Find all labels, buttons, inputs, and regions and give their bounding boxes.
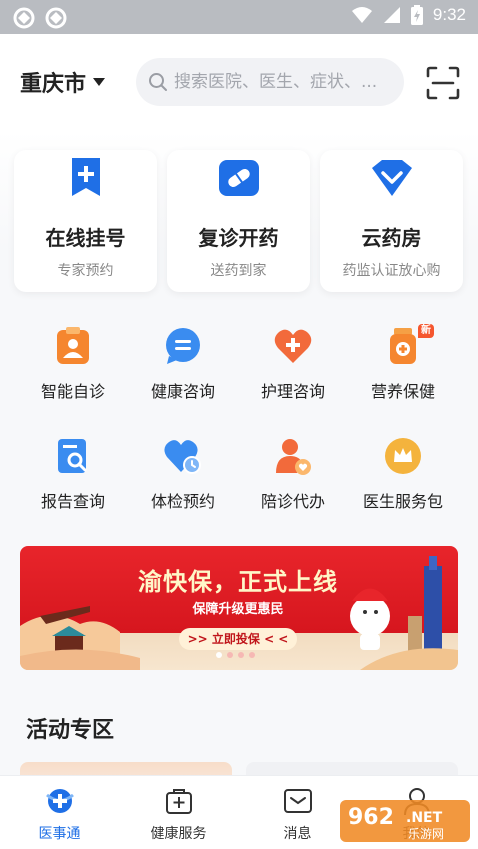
site-watermark-logo: 962 .NET 乐游网 <box>340 800 470 842</box>
banner-pagination <box>216 652 255 658</box>
app-notification-icon <box>45 7 67 29</box>
new-badge: 新 <box>418 324 434 338</box>
diamond-icon <box>371 160 412 196</box>
service-label: 陪诊代办 <box>260 492 325 511</box>
heart-clock-icon <box>164 440 201 474</box>
report-search-icon <box>58 439 87 473</box>
service-nursing-consult[interactable]: 护理咨询 <box>238 318 348 428</box>
card-subtitle: 专家预约 <box>57 263 114 279</box>
service-doctor-package[interactable]: 医生服务包 <box>348 428 458 538</box>
signal-icon <box>383 7 400 23</box>
service-checkup-booking[interactable]: 体检预约 <box>128 428 238 538</box>
service-label: 护理咨询 <box>260 382 325 401</box>
card-follow-up-prescription[interactable]: 复诊开药 送药到家 <box>167 150 310 292</box>
city-label: 重庆市 <box>20 72 87 97</box>
tab-label: 健康服务 <box>150 826 207 842</box>
card-title: 云药房 <box>361 226 422 250</box>
wifi-icon <box>351 7 372 23</box>
tab-label: 医事通 <box>38 826 81 842</box>
pagination-dot[interactable] <box>238 652 244 658</box>
svg-text:乐游网: 乐游网 <box>408 827 444 841</box>
svg-text:.NET: .NET <box>406 810 443 826</box>
service-smart-diagnosis[interactable]: 智能自诊 <box>18 318 128 428</box>
chat-bubble-icon <box>166 328 200 364</box>
tab-health-services[interactable]: 健康服务 <box>119 776 238 849</box>
pagination-dot[interactable] <box>216 652 222 658</box>
service-report-query[interactable]: 报告查询 <box>18 428 128 538</box>
card-subtitle: 送药到家 <box>210 263 267 279</box>
card-title: 在线挂号 <box>45 226 126 250</box>
banner-subtitle: 保障升级更惠民 <box>192 602 284 617</box>
doctor-clipboard-icon <box>57 327 89 364</box>
crown-icon <box>385 438 421 474</box>
card-online-registration[interactable]: 在线挂号 专家预约 <box>14 150 157 292</box>
service-label: 健康咨询 <box>150 382 215 401</box>
status-time: 9:32 <box>432 5 466 24</box>
header: 重庆市 <box>0 34 478 130</box>
message-icon <box>283 789 312 813</box>
feature-cards: 在线挂号 专家预约 复诊开药 送药到家 云药房 药监认证放心购 <box>14 150 463 292</box>
card-cloud-pharmacy[interactable]: 云药房 药监认证放心购 <box>320 150 463 292</box>
health-bag-icon <box>165 789 192 814</box>
pagination-dot[interactable] <box>249 652 255 658</box>
scan-icon[interactable] <box>426 66 460 100</box>
search-bar[interactable] <box>136 58 404 106</box>
banner-title: 渝快保，正式上线 <box>138 568 338 596</box>
service-label: 医生服务包 <box>362 492 443 511</box>
medical-cross-icon <box>45 789 74 813</box>
service-label: 体检预约 <box>150 492 215 511</box>
service-health-consult[interactable]: 健康咨询 <box>128 318 238 428</box>
pagination-dot[interactable] <box>227 652 233 658</box>
plus-bookmark-icon <box>71 158 100 196</box>
app-notification-icon <box>13 7 35 29</box>
supplement-bottle-icon <box>390 328 416 364</box>
battery-charging-icon <box>410 5 423 25</box>
service-label: 报告查询 <box>40 492 105 511</box>
service-grid: 智能自诊 健康咨询 护理咨询 新 营养保健 报告查询 体检预约 陪诊代办 医生服… <box>18 318 460 538</box>
search-input[interactable] <box>174 72 396 92</box>
search-icon <box>149 73 167 91</box>
section-title-activity: 活动专区 <box>26 718 115 743</box>
promo-banner[interactable]: 渝快保，正式上线 保障升级更惠民 >> 立即投保 < < <box>20 546 458 670</box>
person-heart-icon <box>276 439 311 475</box>
service-nutrition[interactable]: 新 营养保健 <box>348 318 458 428</box>
caret-down-icon <box>93 78 106 86</box>
service-label: 智能自诊 <box>40 382 105 401</box>
service-label: 营养保健 <box>370 382 435 401</box>
heart-plus-icon <box>274 329 312 363</box>
card-title: 复诊开药 <box>198 226 279 250</box>
banner-cta-button[interactable]: >> 立即投保 < < <box>179 628 297 650</box>
svg-text:962: 962 <box>348 805 394 830</box>
status-bar: 9:32 <box>0 0 478 34</box>
city-selector[interactable]: 重庆市 <box>20 66 106 98</box>
app-screen: 9:32 重庆市 在线挂号 专家预约 <box>0 0 478 849</box>
pill-icon <box>218 160 259 196</box>
service-escort-service[interactable]: 陪诊代办 <box>238 428 348 538</box>
card-subtitle: 药监认证放心购 <box>342 263 441 279</box>
tab-medical[interactable]: 医事通 <box>0 776 119 849</box>
